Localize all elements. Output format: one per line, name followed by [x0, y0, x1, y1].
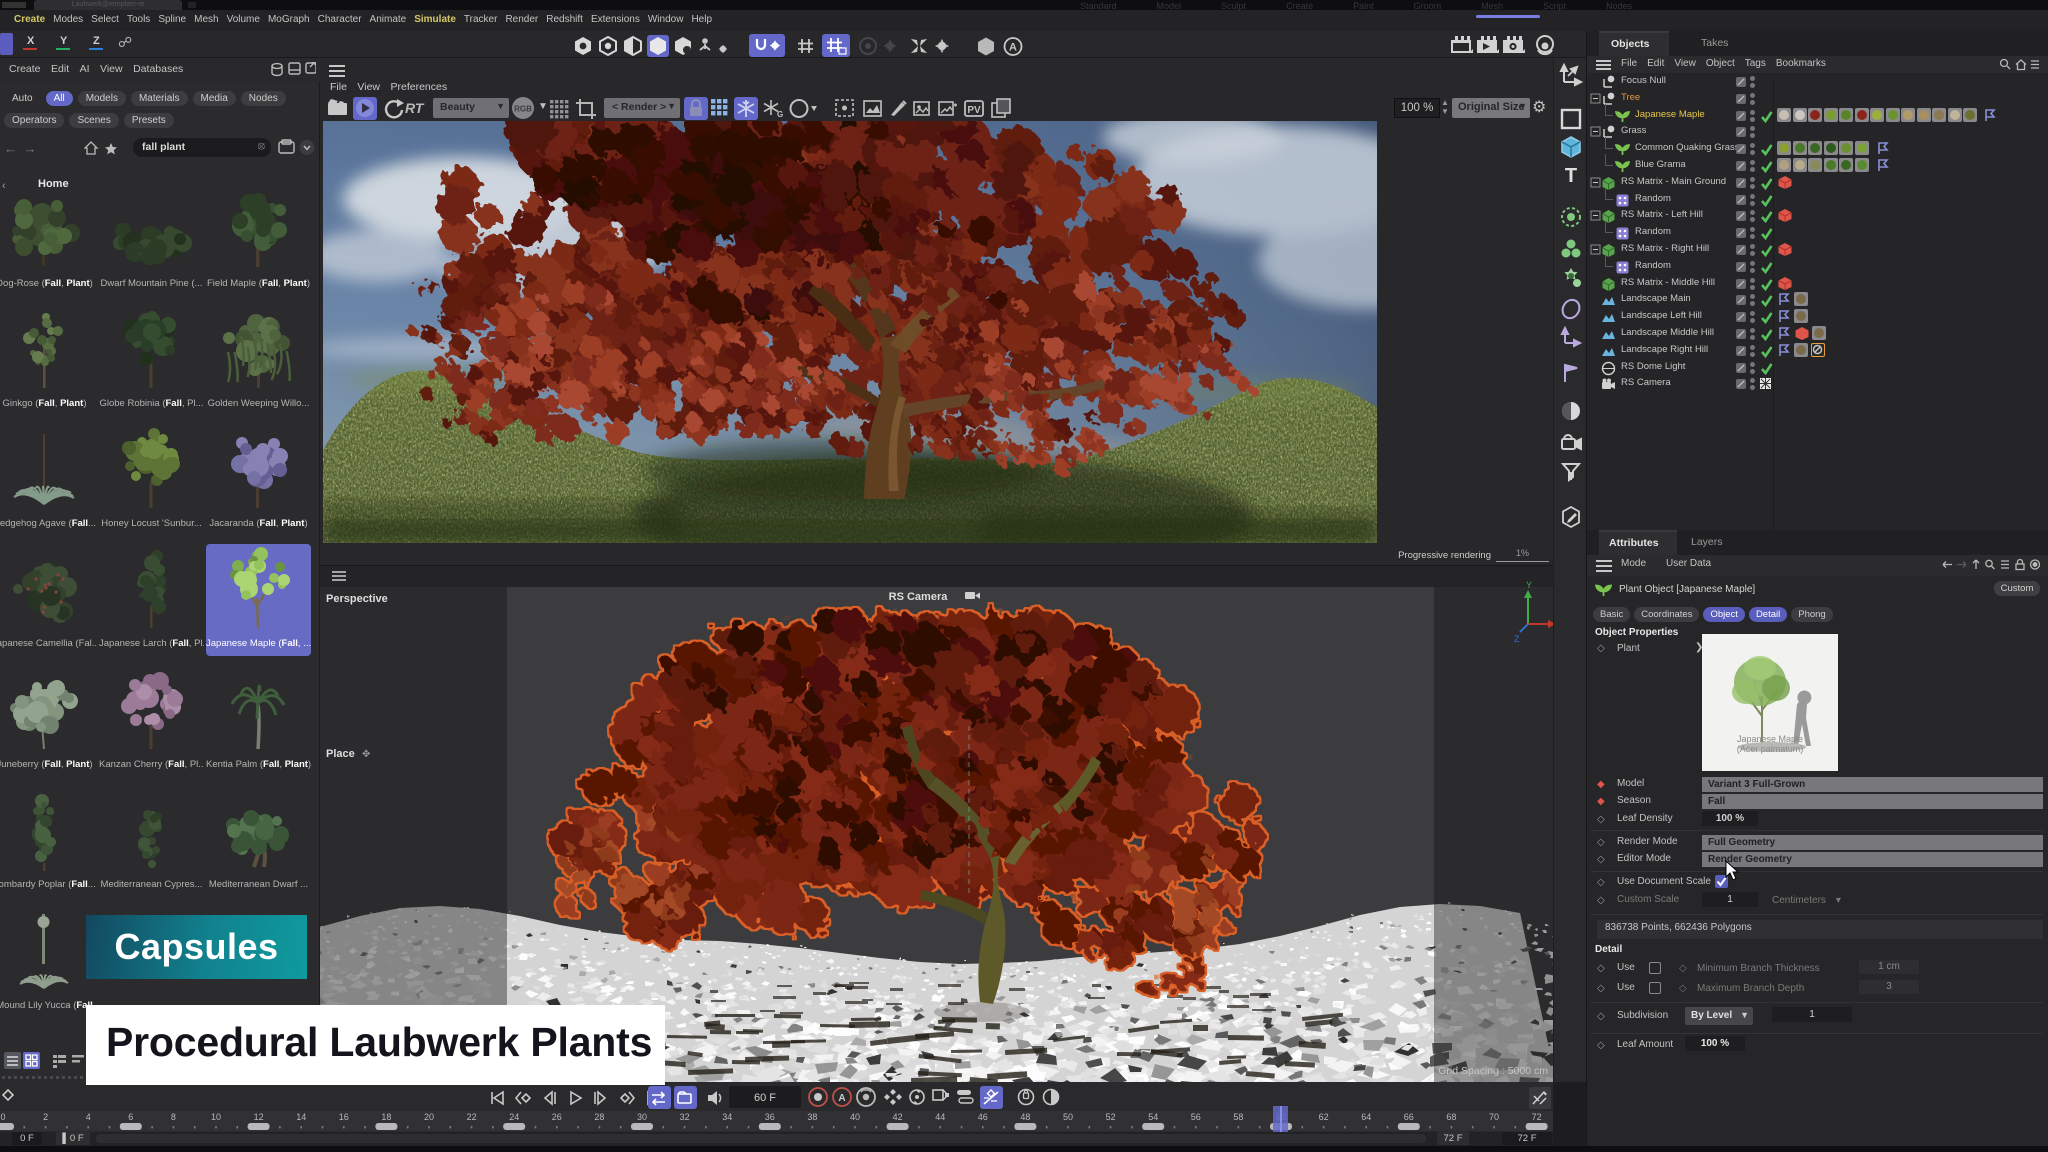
svg-text:8: 8 — [171, 1112, 176, 1122]
svg-text:52: 52 — [1106, 1112, 1116, 1122]
svg-text:54: 54 — [1148, 1112, 1158, 1122]
svg-text:30: 30 — [637, 1112, 647, 1122]
svg-text:PV: PV — [967, 105, 981, 116]
svg-text:18: 18 — [381, 1112, 391, 1122]
svg-text:62: 62 — [1319, 1112, 1329, 1122]
svg-text:36: 36 — [765, 1112, 775, 1122]
svg-text:RGB: RGB — [514, 105, 532, 114]
svg-text:6: 6 — [128, 1112, 133, 1122]
svg-text:24: 24 — [509, 1112, 519, 1122]
svg-text:38: 38 — [807, 1112, 817, 1122]
svg-text:50: 50 — [1063, 1112, 1073, 1122]
svg-text:22: 22 — [467, 1112, 477, 1122]
svg-text:✥: ✥ — [362, 749, 370, 760]
svg-text:(Acer palmatum): (Acer palmatum) — [1737, 744, 1804, 754]
svg-text:2: 2 — [43, 1112, 48, 1122]
svg-text:20: 20 — [424, 1112, 434, 1122]
svg-text:60 F: 60 F — [754, 1092, 776, 1104]
svg-text:Z: Z — [1514, 634, 1520, 644]
svg-text:RS Camera: RS Camera — [889, 591, 949, 603]
svg-text:Place: Place — [326, 748, 355, 760]
svg-text:G: G — [777, 110, 783, 119]
svg-text:14: 14 — [296, 1112, 306, 1122]
svg-text:34: 34 — [722, 1112, 732, 1122]
svg-text:70: 70 — [1489, 1112, 1499, 1122]
svg-text:44: 44 — [935, 1112, 945, 1122]
svg-text:Japanese Maple: Japanese Maple — [1737, 734, 1803, 744]
svg-text:48: 48 — [1020, 1112, 1030, 1122]
svg-text:Perspective: Perspective — [326, 593, 388, 605]
svg-text:40: 40 — [850, 1112, 860, 1122]
svg-text:A: A — [1009, 42, 1017, 54]
svg-text:10: 10 — [211, 1112, 221, 1122]
svg-text:64: 64 — [1361, 1112, 1371, 1122]
svg-text:T: T — [1565, 165, 1577, 187]
svg-text:32: 32 — [680, 1112, 690, 1122]
svg-text:4: 4 — [86, 1112, 91, 1122]
svg-text:66: 66 — [1404, 1112, 1414, 1122]
svg-text:42: 42 — [893, 1112, 903, 1122]
svg-text:16: 16 — [339, 1112, 349, 1122]
svg-text:58: 58 — [1233, 1112, 1243, 1122]
svg-text:12: 12 — [254, 1112, 264, 1122]
svg-text:72: 72 — [1532, 1112, 1542, 1122]
svg-text:68: 68 — [1446, 1112, 1456, 1122]
svg-text:26: 26 — [552, 1112, 562, 1122]
svg-text:46: 46 — [978, 1112, 988, 1122]
svg-text:28: 28 — [594, 1112, 604, 1122]
svg-text:56: 56 — [1191, 1112, 1201, 1122]
svg-text:A: A — [838, 1093, 845, 1104]
svg-text:Grid Spacing : 5000 cm: Grid Spacing : 5000 cm — [1438, 1065, 1548, 1077]
svg-text:Y: Y — [1526, 580, 1532, 590]
svg-text:0: 0 — [0, 1112, 5, 1122]
